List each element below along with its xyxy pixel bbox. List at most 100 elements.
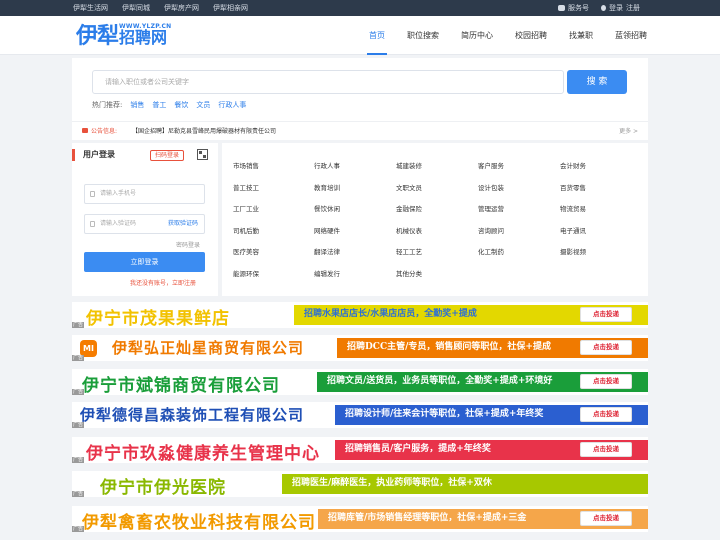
apply-button[interactable]: 点击投递 <box>580 307 632 322</box>
category-link[interactable]: 电子通讯 <box>560 225 586 235</box>
banner-slogan: 招聘DCC主管/专员，销售顾问等职位，社保+提成 <box>347 342 551 352</box>
hot-label: 热门推荐: <box>92 101 123 109</box>
hot-keyword[interactable]: 行政人事 <box>218 100 246 110</box>
category-link[interactable]: 咨询顾问 <box>478 225 504 235</box>
apply-button[interactable]: 点击投递 <box>580 374 632 389</box>
category-link[interactable]: 普工技工 <box>233 182 259 192</box>
user-icon <box>601 5 606 11</box>
nav-home[interactable]: 首页 <box>358 16 396 55</box>
category-link[interactable]: 化工制药 <box>478 246 504 256</box>
category-link[interactable]: 餐饮休闲 <box>314 203 340 213</box>
ad-badge: 广告 <box>72 457 85 463</box>
apply-button[interactable]: 点击投递 <box>580 340 632 355</box>
top-link-city[interactable]: 伊犁同城 <box>122 3 150 13</box>
banner-company-name: 伊宁市茂果果鲜店 <box>86 309 230 328</box>
top-bar: 伊犁生活网 伊犁同城 伊犁房产网 伊犁相亲网 服务号 登录 注册 <box>0 0 720 16</box>
category-link[interactable]: 能源环保 <box>233 268 259 278</box>
banner-company-name: 伊犁德得昌森装饰工程有限公司 <box>80 406 305 424</box>
banner-company-name: 伊宁市斌锦商贸有限公司 <box>82 376 280 395</box>
category-link[interactable]: 教育培训 <box>314 182 340 192</box>
nav-parttime[interactable]: 找兼职 <box>558 16 604 55</box>
banner-ad[interactable]: 伊宁市茂果果鲜店 招聘水果店店长/水果店店员，全勤奖+提成 点击投递广告 <box>72 302 648 328</box>
banner-slogan: 招聘水果店店长/水果店店员，全勤奖+提成 <box>304 309 477 319</box>
category-link[interactable]: 客户服务 <box>478 160 504 170</box>
search-input[interactable]: 请输入职位或者公司关键字 <box>92 70 564 94</box>
banner-ad[interactable]: MI 伊犁弘正灿星商贸有限公司 招聘DCC主管/专员，销售顾问等职位，社保+提成 点击… <box>72 335 648 361</box>
category-link[interactable]: 网络硬件 <box>314 225 340 235</box>
banner-slogan: 招聘文员/送货员，业务员等职位，全勤奖+提成+环境好 <box>327 376 553 386</box>
get-code-button[interactable]: 获取验证码 <box>168 215 198 233</box>
category-link[interactable]: 医疗美容 <box>233 246 259 256</box>
qrcode-icon[interactable] <box>197 149 208 160</box>
apply-button[interactable]: 点击投递 <box>580 442 632 457</box>
category-link[interactable]: 翻译法律 <box>314 246 340 256</box>
banner-slogan: 招聘库管/市场销售经理等职位，社保+提成+三金 <box>328 513 527 523</box>
ad-badge: 广告 <box>72 355 85 361</box>
hot-keyword[interactable]: 普工 <box>152 100 166 110</box>
banner-company-name: 伊宁市玖淼健康养生管理中心 <box>86 444 320 463</box>
nav-job-search[interactable]: 职位搜索 <box>396 16 450 55</box>
category-link[interactable]: 轻工工艺 <box>396 246 422 256</box>
notice-more-link[interactable]: 更多 > <box>619 126 638 135</box>
phone-icon <box>90 191 95 197</box>
site-logo[interactable]: 伊犁 招聘网 WWW.YLZP.CN <box>76 20 171 50</box>
category-link[interactable]: 摄影视频 <box>560 246 586 256</box>
ad-badge: 广告 <box>72 322 85 328</box>
category-link[interactable]: 设计包装 <box>478 182 504 192</box>
ad-badge: 广告 <box>72 389 85 395</box>
category-link[interactable]: 市场销售 <box>233 160 259 170</box>
category-link[interactable]: 行政人事 <box>314 160 340 170</box>
banner-company-name: 伊宁市伊光医院 <box>100 478 226 497</box>
code-placeholder: 请输入验证码 <box>100 220 137 227</box>
notice-text[interactable]: 【国企招聘】尼勒克县雪峰民用爆破器材有限责任公司 <box>132 126 276 135</box>
banner-ad[interactable]: 伊宁市斌锦商贸有限公司 招聘文员/送货员，业务员等职位，全勤奖+提成+环境好 点击投… <box>72 369 648 395</box>
top-register-link[interactable]: 注册 <box>626 3 640 13</box>
code-field[interactable]: 请输入验证码 获取验证码 <box>84 214 205 234</box>
logo-main-text: 伊犁 <box>76 23 119 49</box>
notice-label: 公告信息: <box>91 128 118 135</box>
banner-ad[interactable]: 伊宁市玖淼健康养生管理中心 招聘销售员/客户服务，提成+年终奖 点击投递 广告 <box>72 437 648 463</box>
ad-badge: 广告 <box>72 491 85 497</box>
search-button[interactable]: 搜 索 <box>567 70 627 94</box>
login-submit-button[interactable]: 立即登录 <box>84 252 205 272</box>
phone-field[interactable]: 请输入手机号 <box>84 184 205 204</box>
nav-campus[interactable]: 校园招聘 <box>504 16 558 55</box>
hot-keyword[interactable]: 销售 <box>130 100 144 110</box>
category-link[interactable]: 物流贸易 <box>560 203 586 213</box>
banner-ad[interactable]: 伊宁市伊光医院 招聘医生/麻醉医生，执业药师等职位，社保+双休 广告 <box>72 471 648 497</box>
category-link[interactable]: 城建装修 <box>396 160 422 170</box>
banner-ad[interactable]: 伊犁禽畜农牧业科技有限公司 招聘库管/市场销售经理等职位，社保+提成+三金 点击投递… <box>72 506 648 532</box>
banner-ad[interactable]: 伊犁德得昌森装饰工程有限公司 招聘设计师/往来会计等职位，社保+提成+年终奖 点击投… <box>72 402 648 428</box>
category-link[interactable]: 其他分类 <box>396 268 422 278</box>
hot-keywords: 热门推荐: 销售 普工 餐饮 文员 行政人事 <box>92 100 246 110</box>
shield-icon <box>90 221 95 227</box>
category-link[interactable]: 会计财务 <box>560 160 586 170</box>
category-link[interactable]: 百货零售 <box>560 182 586 192</box>
category-link[interactable]: 管理运营 <box>478 203 504 213</box>
category-link[interactable]: 编辑发行 <box>314 268 340 278</box>
nav-resume[interactable]: 简历中心 <box>450 16 504 55</box>
top-link-dating[interactable]: 伊犁相亲网 <box>213 3 248 13</box>
hot-keyword[interactable]: 文员 <box>196 100 210 110</box>
top-link-life[interactable]: 伊犁生活网 <box>73 3 108 13</box>
category-link[interactable]: 机械仪表 <box>396 225 422 235</box>
category-link[interactable]: 工厂工业 <box>233 203 259 213</box>
category-link[interactable]: 司机后勤 <box>233 225 259 235</box>
register-link[interactable]: 我还没有账号，立即注册 <box>130 278 196 287</box>
password-login-link[interactable]: 密码登录 <box>176 240 200 249</box>
nav-bluecollar[interactable]: 蓝领招聘 <box>604 16 658 55</box>
category-link[interactable]: 文职文员 <box>396 182 422 192</box>
banner-company-name: 伊犁禽畜农牧业科技有限公司 <box>82 513 316 532</box>
qr-login-button[interactable]: 扫码登录 <box>150 150 185 161</box>
category-link[interactable]: 金融保险 <box>396 203 422 213</box>
ad-badge: 广告 <box>72 526 85 532</box>
apply-button[interactable]: 点击投递 <box>580 407 632 422</box>
top-login-link[interactable]: 登录 <box>609 3 623 13</box>
wechat-icon <box>558 5 565 11</box>
ad-badge: 广告 <box>72 422 85 428</box>
top-link-house[interactable]: 伊犁房产网 <box>164 3 199 13</box>
apply-button[interactable]: 点击投递 <box>580 511 632 526</box>
hot-keyword[interactable]: 餐饮 <box>174 100 188 110</box>
service-account-link[interactable]: 服务号 <box>558 3 589 13</box>
notice-label-wrap: 公告信息: <box>82 126 117 135</box>
